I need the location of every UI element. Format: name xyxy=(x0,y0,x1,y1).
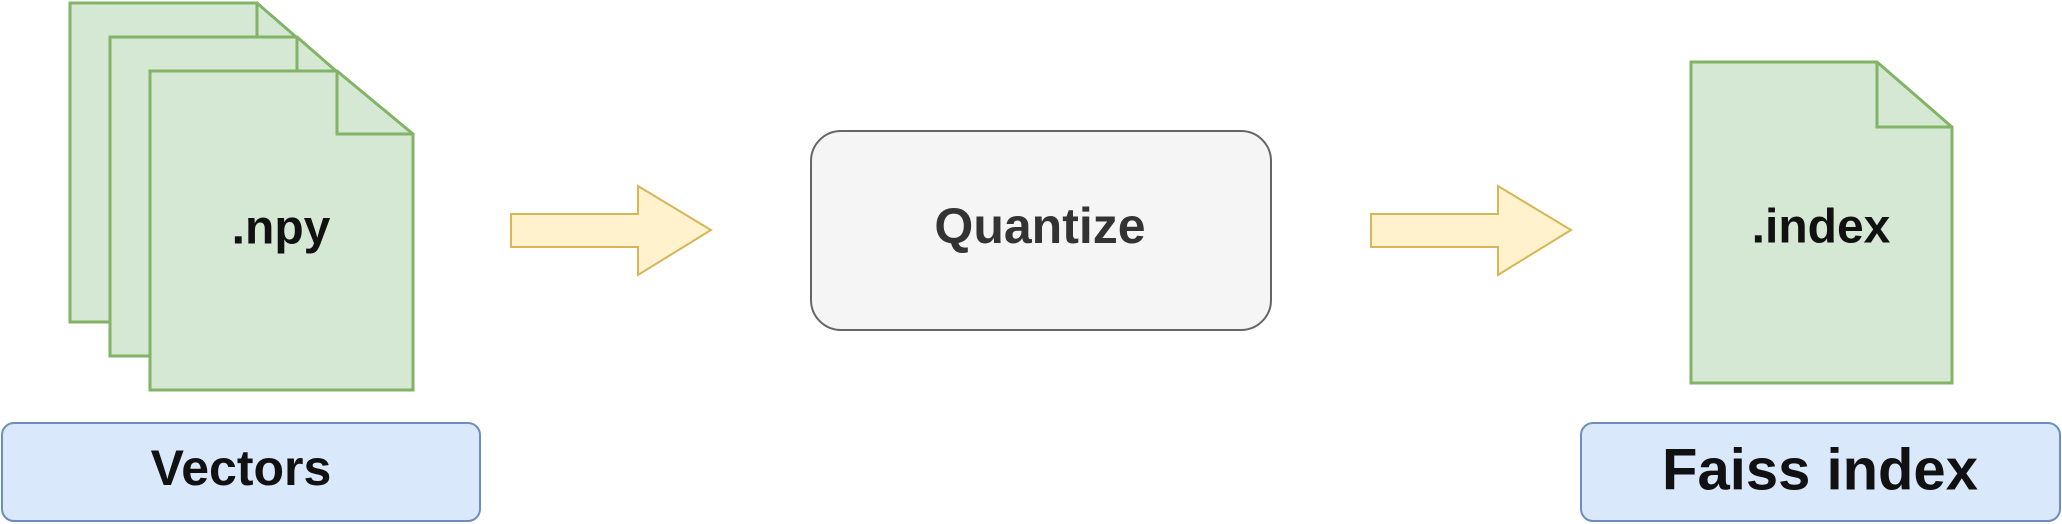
output-file-label: .index xyxy=(1752,201,1891,254)
arrow-to-quantize xyxy=(510,184,713,277)
arrow-to-index xyxy=(1370,184,1573,277)
quantize-label: Quantize xyxy=(934,198,1145,254)
pipeline-diagram: .npy Vectors Quantize .index Faiss index xyxy=(1,1,2061,522)
quantize-process: Quantize xyxy=(810,130,1272,331)
input-label-text: Vectors xyxy=(151,440,332,496)
output-label-box: Faiss index xyxy=(1580,422,2061,522)
input-file-label: .npy xyxy=(232,202,331,255)
output-file: .index xyxy=(1689,60,1954,385)
output-label-text: Faiss index xyxy=(1662,437,1978,502)
input-label-box: Vectors xyxy=(1,422,481,522)
input-file-stack: .npy xyxy=(68,1,415,392)
